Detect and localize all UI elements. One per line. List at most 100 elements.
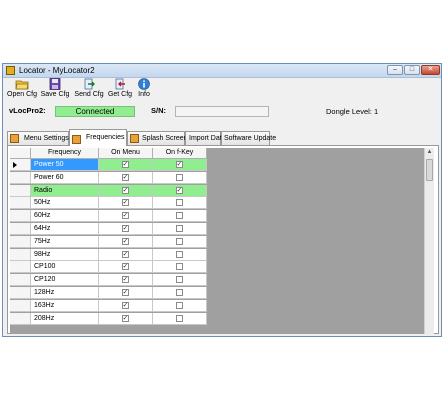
table-row[interactable]: 128Hz ✓ [10,287,214,299]
frequency-cell[interactable]: Power 60 [31,171,99,184]
on-fkey-cell [153,235,207,248]
on-menu-checkbox[interactable]: ✓ [121,250,129,258]
on-menu-cell: ✓ [99,184,153,197]
info-button[interactable]: Info [128,78,160,99]
on-menu-cell: ✓ [99,223,153,235]
on-fkey-checkbox[interactable] [175,212,183,220]
row-header[interactable] [10,287,31,299]
on-fkey-checkbox[interactable] [175,314,183,322]
row-header[interactable] [10,299,31,312]
on-fkey-checkbox[interactable] [175,225,183,232]
row-header[interactable] [10,312,31,325]
tab-import-data[interactable]: Import Data [185,131,226,145]
on-menu-checkbox[interactable]: ✓ [121,314,129,322]
column-header-on-menu[interactable]: On Menu [99,148,153,159]
scrollbar-thumb[interactable] [426,159,433,181]
table-row[interactable]: Power 50 ✓ ✓ [10,159,214,171]
save-disk-icon [49,78,61,90]
row-header[interactable] [10,210,31,223]
frequency-cell[interactable]: 128Hz [31,287,99,299]
row-header[interactable] [10,171,31,184]
on-menu-cell: ✓ [99,159,153,171]
frequency-cell[interactable]: 50Hz [31,197,99,210]
frequency-cell[interactable]: CP120 [31,274,99,287]
row-header[interactable] [10,184,31,197]
on-menu-checkbox[interactable]: ✓ [121,199,129,207]
column-header-on-fkey[interactable]: On f-Key [153,148,207,159]
on-menu-checkbox[interactable]: ✓ [121,212,129,220]
on-menu-checkbox[interactable]: ✓ [121,225,129,232]
on-fkey-checkbox[interactable] [175,250,183,258]
checkmark-icon: ✓ [122,301,129,309]
table-row[interactable]: 75Hz ✓ [10,235,214,248]
on-fkey-checkbox[interactable] [175,199,183,207]
on-menu-checkbox[interactable]: ✓ [121,161,129,168]
on-menu-checkbox[interactable]: ✓ [121,301,129,309]
tab-software-update[interactable]: Software Update [221,131,276,145]
on-fkey-checkbox[interactable]: ✓ [175,161,183,168]
row-header[interactable] [10,274,31,287]
save-cfg-button[interactable]: Save Cfg [39,78,71,99]
tab-folder-icon [10,134,19,143]
table-row[interactable]: CP120 ✓ [10,274,214,287]
on-fkey-checkbox[interactable] [175,173,183,181]
table-row[interactable]: 50Hz ✓ [10,197,214,210]
scroll-up-arrow-icon[interactable]: ▲ [425,148,434,157]
on-fkey-cell [153,223,207,235]
table-row[interactable]: Power 60 ✓ [10,171,214,184]
row-header[interactable] [10,248,31,261]
sn-field[interactable] [175,106,269,117]
open-cfg-button[interactable]: Open Cfg [6,78,38,99]
frequency-cell[interactable]: CP100 [31,261,99,274]
tab-menu-settings[interactable]: Menu Settings [7,131,69,145]
table-row[interactable]: 98Hz ✓ [10,248,214,261]
frequency-cell[interactable]: Power 50 [31,159,99,171]
frequency-cell[interactable]: 64Hz [31,223,99,235]
on-fkey-checkbox[interactable]: ✓ [175,186,183,194]
frequency-cell[interactable]: 98Hz [31,248,99,261]
row-header[interactable] [10,235,31,248]
on-fkey-cell [153,210,207,223]
on-fkey-checkbox[interactable] [175,289,183,296]
on-menu-checkbox[interactable]: ✓ [121,289,129,296]
on-fkey-checkbox[interactable] [175,237,183,245]
title-bar[interactable]: Locator - MyLocator2 – □ ✕ [3,64,441,78]
tab-splash-screen[interactable]: Splash Screen [127,131,188,145]
on-menu-checkbox[interactable]: ✓ [121,186,129,194]
table-row[interactable]: 60Hz ✓ [10,210,214,223]
frequency-cell[interactable]: 208Hz [31,312,99,325]
maximize-button[interactable]: □ [404,65,420,75]
send-cfg-button[interactable]: Send Cfg [73,78,105,99]
table-row[interactable]: 163Hz ✓ [10,299,214,312]
table-row[interactable]: 208Hz ✓ [10,312,214,325]
checkmark-icon: ✓ [122,225,129,232]
frequency-cell[interactable]: 60Hz [31,210,99,223]
on-menu-checkbox[interactable]: ✓ [121,237,129,245]
table-row[interactable]: CP100 ✓ [10,261,214,274]
tab-frequencies[interactable]: Frequencies [69,129,127,146]
on-menu-checkbox[interactable]: ✓ [121,173,129,181]
get-arrow-icon [115,78,125,90]
row-header[interactable] [10,197,31,210]
on-fkey-checkbox[interactable] [175,301,183,309]
connection-status: Connected [55,106,135,117]
minimize-button[interactable]: – [387,65,403,75]
on-fkey-checkbox[interactable] [175,276,183,284]
column-header-frequency[interactable]: Frequency [31,148,99,159]
frequency-cell[interactable]: Radio [31,184,99,197]
row-header[interactable] [10,223,31,235]
row-header[interactable] [10,261,31,274]
checkmark-icon: ✓ [122,212,129,220]
close-button[interactable]: ✕ [421,65,440,75]
table-row[interactable]: Radio ✓ ✓ [10,184,214,197]
on-fkey-checkbox[interactable] [175,263,183,271]
row-header[interactable] [10,159,31,171]
frequency-cell[interactable]: 163Hz [31,299,99,312]
vertical-scrollbar[interactable]: ▲ [424,148,434,334]
on-menu-checkbox[interactable]: ✓ [121,263,129,271]
window-title: Locator - MyLocator2 [19,66,95,75]
table-row[interactable]: 64Hz ✓ [10,223,214,235]
frequency-grid[interactable]: Frequency On Menu On f-Key Power 50 ✓ ✓ Pow… [10,148,434,334]
on-menu-checkbox[interactable]: ✓ [121,276,129,284]
frequency-cell[interactable]: 75Hz [31,235,99,248]
